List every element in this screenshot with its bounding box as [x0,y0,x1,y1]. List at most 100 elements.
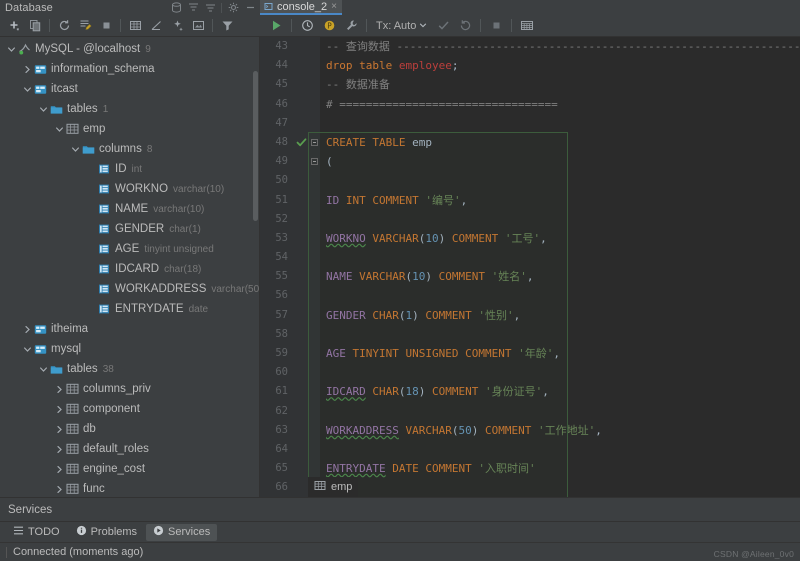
wrench-settings-icon[interactable] [341,16,361,36]
tree-item-engine_cost[interactable]: engine_cost [0,459,259,479]
tree-item-gender[interactable]: GENDERchar(1) [0,219,259,239]
close-icon[interactable]: × [331,2,337,12]
chevron-down-icon[interactable] [38,364,49,375]
code-line[interactable]: 47 [260,114,800,133]
chevron-down-icon[interactable] [22,344,33,355]
code-line[interactable]: 46# ================================= [260,95,800,114]
chevron-right-icon[interactable] [54,404,65,415]
chevron-right-icon[interactable] [54,384,65,395]
tree-item-component[interactable]: component [0,399,259,419]
panel-header-icon-group [168,0,258,15]
table-editor-icon[interactable] [125,16,145,36]
code-line[interactable]: 44drop table employee; [260,56,800,75]
tree-item-emp[interactable]: emp [0,119,259,139]
code-line[interactable]: 56 [260,286,800,305]
sql-code-editor[interactable]: 43-- 查询数据 ------------------------------… [260,37,800,497]
code-line[interactable]: 54 [260,248,800,267]
open-console-grid-icon[interactable] [517,16,537,36]
tree-item-default_roles[interactable]: default_roles [0,439,259,459]
chevron-right-icon[interactable] [54,464,65,475]
stop-icon[interactable] [96,16,116,36]
chevron-down-icon[interactable] [22,84,33,95]
chevron-down-icon[interactable] [6,44,17,55]
tree-item-id[interactable]: IDint [0,159,259,179]
code-line[interactable]: 58 [260,325,800,344]
parameters-icon[interactable]: P [319,16,339,36]
tree-item-label: WORKNO [115,183,168,195]
database-tree[interactable]: MySQL - @localhost9information_schemaitc… [0,37,260,497]
code-line[interactable]: 64 [260,440,800,459]
tx-mode-dropdown[interactable]: Tx: Auto [372,20,431,32]
code-line[interactable]: 45-- 数据准备 [260,75,800,94]
tree-item-age[interactable]: AGEtinyint unsigned [0,239,259,259]
copy-icon[interactable] [25,16,45,36]
tree-item-mysql----localhost[interactable]: MySQL - @localhost9 [0,39,259,59]
hide-panel-icon[interactable] [242,1,258,15]
code-line[interactable]: 63WORKADDRESS VARCHAR(50) COMMENT '工作地址'… [260,421,800,440]
tree-item-mysql[interactable]: mysql [0,339,259,359]
settings-gear-icon[interactable] [225,1,241,15]
tree-item-entrydate[interactable]: ENTRYDATEdate [0,299,259,319]
tree-item-tables[interactable]: tables38 [0,359,259,379]
status-bars: TODO Problems Services Connected (moment… [0,521,800,561]
toolwindow-button-todo[interactable]: TODO [6,524,67,541]
sync-schema-icon[interactable] [75,16,95,36]
tree-item-label: ENTRYDATE [115,303,184,315]
refresh-icon[interactable] [54,16,74,36]
tree-item-workaddress[interactable]: WORKADDRESSvarchar(50) [0,279,259,299]
tree-item-idcard[interactable]: IDCARDchar(18) [0,259,259,279]
tab-console_2[interactable]: console_2 × [260,0,342,15]
toolwindow-button-problems[interactable]: Problems [69,524,144,541]
chevron-down-icon[interactable] [54,124,65,135]
tree-item-itcast[interactable]: itcast [0,79,259,99]
run-play-icon[interactable] [266,16,286,36]
data-source-properties-icon[interactable] [188,16,208,36]
filter-icon[interactable] [217,16,237,36]
tree-item-db[interactable]: db [0,419,259,439]
code-line[interactable]: 59AGE TINYINT UNSIGNED COMMENT '年龄', [260,344,800,363]
code-line[interactable]: 51ID INT COMMENT '编号', [260,191,800,210]
code-line[interactable]: 50 [260,171,800,190]
code-line[interactable]: 43-- 查询数据 ------------------------------… [260,37,800,56]
code-line[interactable]: 57GENDER CHAR(1) COMMENT '性别', [260,306,800,325]
code-fold-toggle-icon[interactable] [308,133,320,152]
chevron-right-icon[interactable] [22,64,33,75]
chevron-down-icon[interactable] [38,104,49,115]
chevron-right-icon[interactable] [22,324,33,335]
code-line[interactable]: 60 [260,363,800,382]
expand-all-icon[interactable] [185,1,201,15]
result-table-chip[interactable]: emp [308,477,358,497]
tree-item-workno[interactable]: WORKNOvarchar(10) [0,179,259,199]
modify-icon[interactable] [167,16,187,36]
tree-item-information_schema[interactable]: information_schema [0,59,259,79]
tree-item-func[interactable]: func [0,479,259,497]
fold-gutter [308,382,320,401]
chevron-right-icon[interactable] [54,484,65,495]
code-line[interactable]: 52 [260,210,800,229]
statement-ok-check-icon[interactable] [294,133,308,152]
code-line[interactable]: 61IDCARD CHAR(18) COMMENT '身份证号', [260,382,800,401]
code-line[interactable]: 49( [260,152,800,171]
tree-item-itheima[interactable]: itheima [0,319,259,339]
tree-item-columns[interactable]: columns8 [0,139,259,159]
collapse-all-icon[interactable] [202,1,218,15]
code-line[interactable]: 55NAME VARCHAR(10) COMMENT '姓名', [260,267,800,286]
line-number: 52 [260,210,294,229]
code-line[interactable]: 62 [260,402,800,421]
code-line[interactable]: 53WORKNO VARCHAR(10) COMMENT '工号', [260,229,800,248]
diagram-icon[interactable] [146,16,166,36]
toolwindow-button-services[interactable]: Services [146,524,217,541]
tree-scrollbar[interactable] [253,71,258,221]
tree-item-tables[interactable]: tables1 [0,99,259,119]
chevron-right-icon[interactable] [54,424,65,435]
database-toolwindow-icon[interactable] [168,1,184,15]
chevron-right-icon[interactable] [54,444,65,455]
tree-item-columns_priv[interactable]: columns_priv [0,379,259,399]
tree-item-name[interactable]: NAMEvarchar(10) [0,199,259,219]
add-new-icon[interactable] [4,16,24,36]
code-line[interactable]: 48CREATE TABLE emp [260,133,800,152]
chevron-down-icon[interactable] [70,144,81,155]
code-line[interactable]: 65ENTRYDATE DATE COMMENT '入职时间' [260,459,800,478]
history-clock-icon[interactable] [297,16,317,36]
code-fold-toggle-icon[interactable] [308,152,320,171]
